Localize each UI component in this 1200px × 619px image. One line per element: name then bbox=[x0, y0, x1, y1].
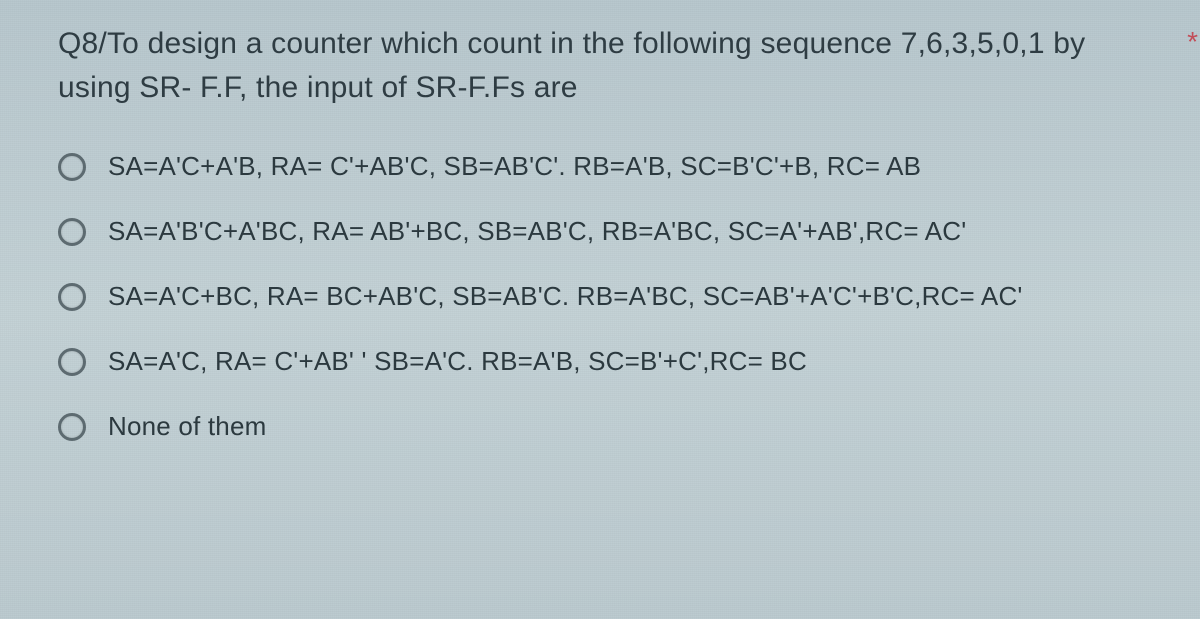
radio-icon[interactable] bbox=[58, 153, 86, 181]
radio-icon[interactable] bbox=[58, 348, 86, 376]
option-label: SA=A'C+A'B, RA= C'+AB'C, SB=AB'C'. RB=A'… bbox=[108, 151, 1140, 182]
required-mark: * bbox=[1187, 28, 1198, 56]
radio-icon[interactable] bbox=[58, 413, 86, 441]
option-item[interactable]: SA=A'C+BC, RA= BC+AB'C, SB=AB'C. RB=A'BC… bbox=[58, 281, 1140, 312]
question-text: Q8/To design a counter which count in th… bbox=[58, 22, 1140, 109]
option-label: None of them bbox=[108, 411, 1140, 442]
option-item[interactable]: None of them bbox=[58, 411, 1140, 442]
option-label: SA=A'C, RA= C'+AB' ' SB=A'C. RB=A'B, SC=… bbox=[108, 346, 1140, 377]
option-item[interactable]: SA=A'C, RA= C'+AB' ' SB=A'C. RB=A'B, SC=… bbox=[58, 346, 1140, 377]
option-item[interactable]: SA=A'C+A'B, RA= C'+AB'C, SB=AB'C'. RB=A'… bbox=[58, 151, 1140, 182]
options-list: SA=A'C+A'B, RA= C'+AB'C, SB=AB'C'. RB=A'… bbox=[58, 151, 1140, 442]
option-label: SA=A'B'C+A'BC, RA= AB'+BC, SB=AB'C, RB=A… bbox=[108, 216, 1140, 247]
radio-icon[interactable] bbox=[58, 283, 86, 311]
option-label: SA=A'C+BC, RA= BC+AB'C, SB=AB'C. RB=A'BC… bbox=[108, 281, 1140, 312]
radio-icon[interactable] bbox=[58, 218, 86, 246]
option-item[interactable]: SA=A'B'C+A'BC, RA= AB'+BC, SB=AB'C, RB=A… bbox=[58, 216, 1140, 247]
